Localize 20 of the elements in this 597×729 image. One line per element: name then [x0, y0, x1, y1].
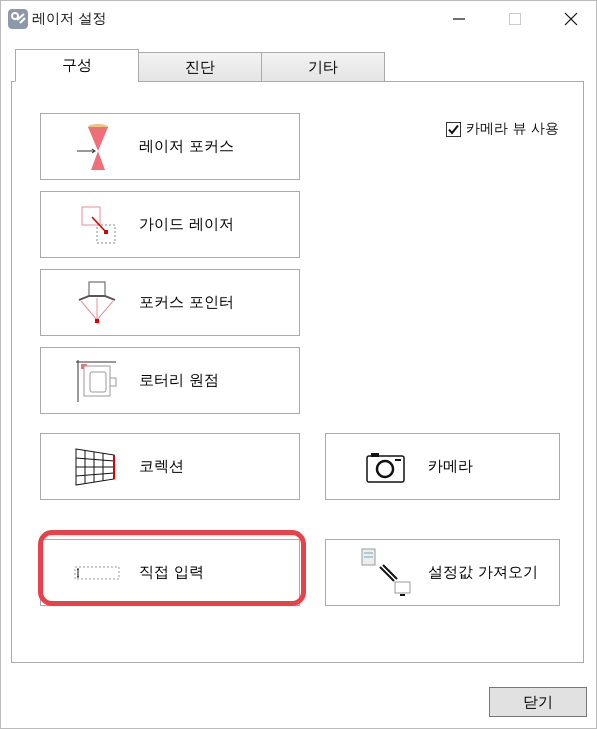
tool-button[interactable]: 포커스 포인터: [40, 269, 300, 336]
tool-button[interactable]: 코렉션: [40, 433, 300, 500]
tab[interactable]: 구성: [15, 49, 139, 82]
app-icon: [8, 9, 28, 29]
text-field-icon: [74, 564, 120, 580]
tab[interactable]: 진단: [138, 52, 262, 82]
close-icon[interactable]: [564, 12, 578, 26]
tool-button[interactable]: 설정값 가져오기: [325, 539, 560, 606]
close-button[interactable]: 닫기: [489, 687, 587, 717]
tool-button[interactable]: 직접 입력: [40, 539, 300, 606]
camera-icon: [366, 450, 406, 482]
tab[interactable]: 기타: [261, 52, 385, 82]
tool-button[interactable]: 레이저 포커스: [40, 113, 300, 180]
checkbox[interactable]: [446, 122, 462, 136]
window-title: 레이저 설정: [32, 10, 106, 28]
tool-button[interactable]: 로터리 원점: [40, 347, 300, 414]
server-to-monitor-icon: [361, 548, 411, 598]
checkbox-label: 카메라 뷰 사용: [466, 120, 559, 138]
tool-button[interactable]: 가이드 레이저: [40, 191, 300, 258]
tool-button[interactable]: 카메라: [325, 433, 560, 500]
